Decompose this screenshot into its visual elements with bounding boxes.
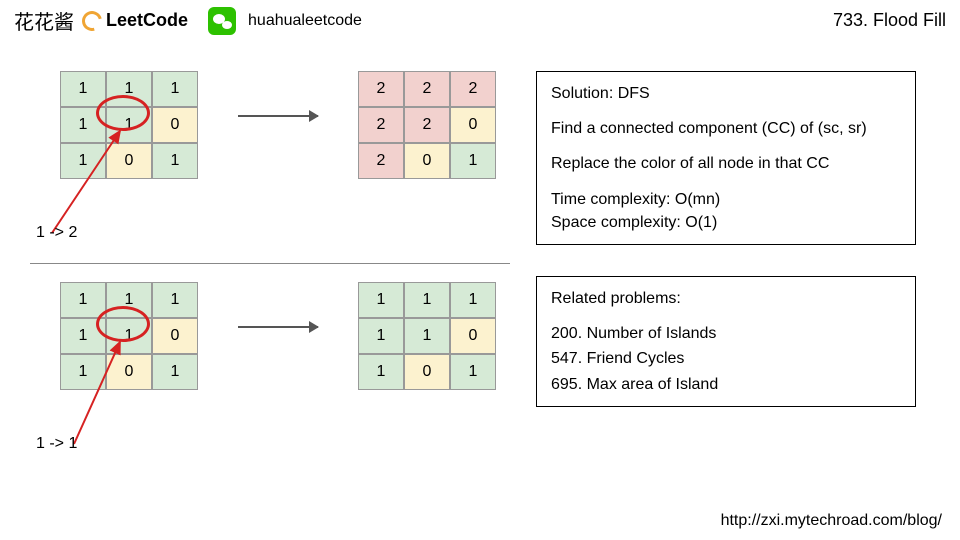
grid-cell: 0 <box>404 354 450 390</box>
grid-cell: 1 <box>106 107 152 143</box>
output-grid-2: 111110101 <box>358 282 496 390</box>
grid-cell: 2 <box>358 143 404 179</box>
leetcode-text: LeetCode <box>106 10 188 31</box>
grid-cell: 1 <box>152 282 198 318</box>
header: 花花酱 LeetCode huahualeetcode 733. Flood F… <box>0 0 960 41</box>
grid-cell: 1 <box>60 354 106 390</box>
solution-line: Space complexity: O(1) <box>551 211 901 234</box>
grid-cell: 0 <box>450 107 496 143</box>
leetcode-icon <box>78 7 105 34</box>
transform-arrow-icon <box>238 326 318 328</box>
solution-line: Time complexity: O(mn) <box>551 188 901 211</box>
grid-cell: 1 <box>404 318 450 354</box>
grid-cell: 1 <box>60 318 106 354</box>
grid-cell: 2 <box>404 71 450 107</box>
transform-arrow-icon <box>238 115 318 117</box>
grid-cell: 0 <box>152 318 198 354</box>
grid-cell: 0 <box>404 143 450 179</box>
input-grid-1: 111110101 <box>60 71 198 179</box>
related-item: 547. Friend Cycles <box>551 347 901 370</box>
grid-cell: 2 <box>358 107 404 143</box>
related-item: 695. Max area of Island <box>551 373 901 396</box>
mapping-caption-2: 1 -> 1 <box>36 435 77 453</box>
grid-cell: 1 <box>450 354 496 390</box>
section-divider <box>30 263 510 264</box>
footer-url: http://zxi.mytechroad.com/blog/ <box>721 512 942 530</box>
page-title: 733. Flood Fill <box>833 10 946 31</box>
related-item: 200. Number of Islands <box>551 322 901 345</box>
solution-line: Replace the color of all node in that CC <box>551 152 901 175</box>
related-box: Related problems: 200. Number of Islands… <box>536 276 916 407</box>
grid-cell: 1 <box>450 282 496 318</box>
output-grid-1: 222220201 <box>358 71 496 179</box>
grid-cell: 1 <box>404 282 450 318</box>
grid-cell: 1 <box>152 143 198 179</box>
grid-cell: 1 <box>450 143 496 179</box>
leetcode-logo: LeetCode <box>82 10 188 31</box>
related-heading: Related problems: <box>551 287 901 310</box>
grid-cell: 1 <box>60 71 106 107</box>
grid-cell: 1 <box>152 354 198 390</box>
wechat-icon <box>208 7 236 35</box>
example-2: 111110101 111110101 Related problems: 20… <box>0 270 960 407</box>
grid-cell: 0 <box>152 107 198 143</box>
grid-cell: 1 <box>106 71 152 107</box>
grid-cell: 0 <box>106 143 152 179</box>
example-1: 111110101 222220201 Solution: DFS Find a… <box>0 59 960 245</box>
grid-cell: 2 <box>404 107 450 143</box>
solution-line: Find a connected component (CC) of (sc, … <box>551 117 901 140</box>
input-grid-2: 111110101 <box>60 282 198 390</box>
grid-cell: 0 <box>106 354 152 390</box>
grid-cell: 1 <box>60 143 106 179</box>
grid-cell: 1 <box>106 282 152 318</box>
solution-box: Solution: DFS Find a connected component… <box>536 71 916 245</box>
grid-cell: 1 <box>60 282 106 318</box>
grid-cell: 1 <box>358 318 404 354</box>
wechat-label: huahualeetcode <box>248 12 362 30</box>
grid-cell: 2 <box>358 71 404 107</box>
grid-cell: 1 <box>106 318 152 354</box>
grid-cell: 1 <box>358 354 404 390</box>
grid-cell: 1 <box>152 71 198 107</box>
grid-cell: 1 <box>60 107 106 143</box>
grid-cell: 0 <box>450 318 496 354</box>
solution-line: Solution: DFS <box>551 82 901 105</box>
grid-cell: 2 <box>450 71 496 107</box>
grid-cell: 1 <box>358 282 404 318</box>
mapping-caption-1: 1 -> 2 <box>36 224 77 242</box>
author-name: 花花酱 <box>14 6 74 35</box>
